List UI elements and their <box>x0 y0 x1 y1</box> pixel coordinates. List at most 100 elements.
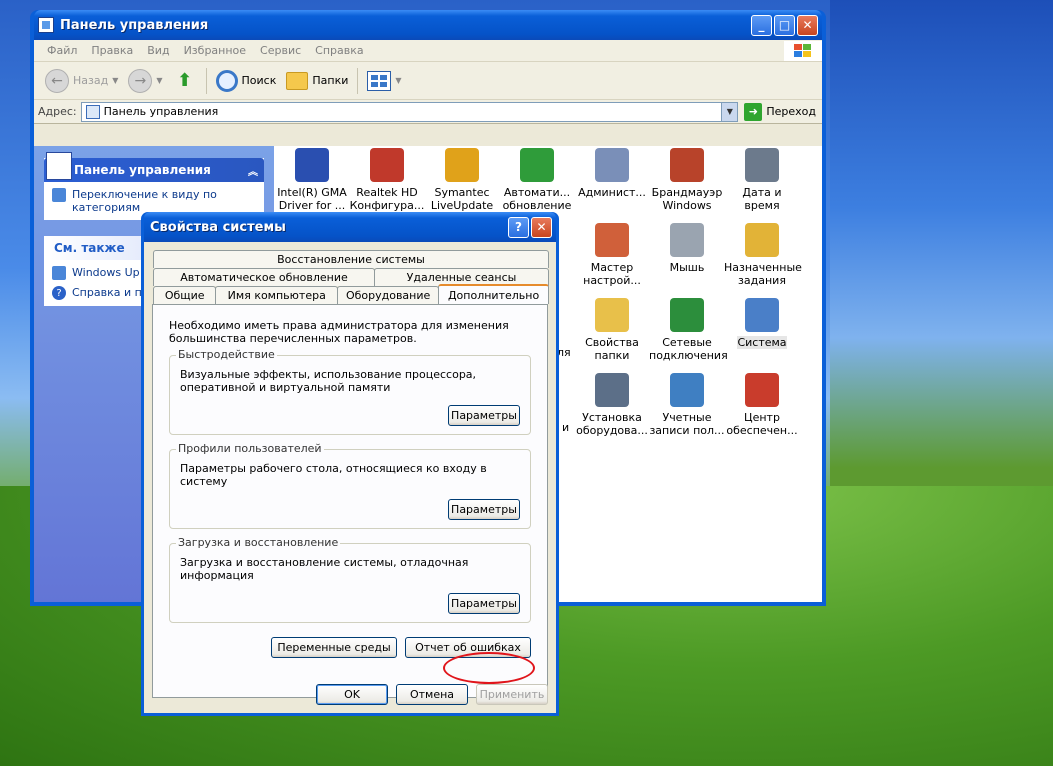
system-icon-item[interactable]: Система <box>724 298 800 349</box>
icon-label: Система <box>737 336 787 349</box>
ok-button[interactable]: OK <box>316 684 388 705</box>
window-titlebar[interactable]: Панель управления _ □ ✕ <box>34 10 822 40</box>
startup-recovery-settings-button[interactable]: Параметры <box>448 593 520 614</box>
apply-button[interactable]: Применить <box>476 684 548 705</box>
network-connections-icon <box>670 298 704 332</box>
chevron-down-icon: ▼ <box>112 76 119 85</box>
menu-tools[interactable]: Сервис <box>253 44 308 57</box>
intel-gma-icon <box>295 148 329 182</box>
menu-help[interactable]: Справка <box>308 44 370 57</box>
address-value: Панель управления <box>103 105 219 118</box>
views-icon <box>367 70 392 91</box>
menu-file[interactable]: Файл <box>40 44 84 57</box>
tab-hardware[interactable]: Оборудование <box>337 286 440 304</box>
user-profiles-settings-button[interactable]: Параметры <box>448 499 520 520</box>
control-panel-box-title: Панель управления <box>74 163 211 177</box>
tab-computer-name[interactable]: Имя компьютера <box>215 286 339 304</box>
date-time-icon-item[interactable]: Дата и время <box>724 148 800 212</box>
dialog-buttons: OK Отмена Применить <box>316 684 548 705</box>
control-panel-icon <box>46 152 72 180</box>
control-panel-box: Панель управления ︽ Переключение к виду … <box>44 152 264 220</box>
dialog-close-button[interactable]: ✕ <box>531 216 552 238</box>
icon-label: Брандмауэр Windows <box>651 186 723 212</box>
folder-up-icon: ⬆ <box>176 70 193 91</box>
tab-system-restore[interactable]: Восстановление системы <box>153 250 549 268</box>
user-profiles-title: Профили пользователей <box>176 442 324 455</box>
performance-settings-button[interactable]: Параметры <box>448 405 520 426</box>
up-button[interactable]: ⬆ <box>168 65 202 97</box>
address-label: Адрес: <box>38 105 77 118</box>
chevron-down-icon: ▼ <box>156 76 163 85</box>
tab-general[interactable]: Общие <box>153 286 217 304</box>
icon-label: Учетные записи пол... <box>649 411 725 437</box>
icon-label: Свойства папки <box>585 336 639 362</box>
search-button[interactable]: Поиск <box>211 65 282 97</box>
go-button[interactable]: ➜ Переход <box>738 102 822 121</box>
category-view-icon <box>52 188 66 202</box>
automatic-updates-icon-item[interactable]: Автомати... обновление <box>499 148 575 212</box>
performance-title: Быстродействие <box>176 348 277 361</box>
address-dropdown-button[interactable]: ▼ <box>721 102 738 121</box>
menu-view[interactable]: Вид <box>140 44 176 57</box>
toolbar-separator <box>357 67 359 94</box>
network-connections-icon-item[interactable]: Сетевые подключения <box>649 298 728 362</box>
tab-automatic-updates[interactable]: Автоматическое обновление <box>153 268 375 286</box>
back-arrow-icon: ← <box>45 68 69 93</box>
windows-update-icon <box>52 266 66 280</box>
tab-row-3: Общие Имя компьютера Оборудование Дополн… <box>153 284 550 304</box>
security-center-icon-item[interactable]: Центр обеспечен... <box>724 373 800 437</box>
mouse-icon-item[interactable]: Мышь <box>649 223 725 274</box>
windows-firewall-icon-item[interactable]: Брандмауэр Windows <box>649 148 725 212</box>
icon-label: Установка оборудова... <box>576 411 648 437</box>
control-panel-box-header[interactable]: Панель управления ︽ <box>44 152 264 182</box>
views-button[interactable]: ▼ <box>362 65 406 97</box>
realtek-hd-icon <box>370 148 404 182</box>
menu-favorites[interactable]: Избранное <box>177 44 253 57</box>
forward-button[interactable]: → ▼ <box>123 65 167 97</box>
switch-view-label: Переключение к виду по категориям <box>72 188 217 214</box>
dialog-titlebar[interactable]: Свойства системы ? ✕ <box>144 212 556 242</box>
go-label: Переход <box>766 105 816 118</box>
icon-label: Intel(R) GMA Driver for ... <box>277 186 347 212</box>
partial-icon-label: и <box>562 421 570 434</box>
maximize-button[interactable]: □ <box>774 14 795 36</box>
icon-label: Symantec LiveUpdate <box>430 186 494 212</box>
add-hardware-icon <box>595 373 629 407</box>
mouse-icon <box>670 223 704 257</box>
chevron-down-icon: ▼ <box>395 76 402 85</box>
add-hardware-icon-item[interactable]: Установка оборудова... <box>574 373 650 437</box>
realtek-hd-icon-item[interactable]: Realtek HD Конфигура... <box>349 148 425 212</box>
partial-icon-label: ля <box>557 346 571 359</box>
scheduled-tasks-icon-item[interactable]: Назначенные задания <box>724 223 802 287</box>
help-support-label: Справка и п <box>72 286 142 299</box>
cancel-button[interactable]: Отмена <box>396 684 468 705</box>
folders-button[interactable]: Папки <box>281 65 353 97</box>
administrative-tools-icon <box>595 148 629 182</box>
folder-options-icon-item[interactable]: Свойства папки <box>574 298 650 362</box>
system-icon <box>745 298 779 332</box>
close-button[interactable]: ✕ <box>797 14 818 36</box>
help-button[interactable]: ? <box>508 216 529 238</box>
network-setup-wizard-icon-item[interactable]: Мастер настрой... <box>574 223 650 287</box>
symantec-liveupdate-icon-item[interactable]: Symantec LiveUpdate <box>424 148 500 212</box>
tab-row-1: Восстановление системы <box>153 250 549 268</box>
collapse-icon[interactable]: ︽ <box>248 163 258 178</box>
folders-label: Папки <box>312 74 349 87</box>
menu-edit[interactable]: Правка <box>84 44 140 57</box>
startup-recovery-title: Загрузка и восстановление <box>176 536 341 549</box>
administrative-tools-icon-item[interactable]: Админист... <box>574 148 650 199</box>
minimize-button[interactable]: _ <box>751 14 772 36</box>
forward-arrow-icon: → <box>128 68 153 93</box>
address-input[interactable]: Панель управления ▼ <box>80 101 739 122</box>
tab-advanced[interactable]: Дополнительно <box>438 284 550 304</box>
help-icon: ? <box>52 286 66 300</box>
performance-desc: Визуальные эффекты, использование процес… <box>180 368 477 394</box>
network-setup-wizard-icon <box>595 223 629 257</box>
back-button[interactable]: ← Назад ▼ <box>40 65 123 97</box>
intel-gma-icon-item[interactable]: Intel(R) GMA Driver for ... <box>274 148 350 212</box>
go-arrow-icon: ➜ <box>744 102 763 121</box>
environment-variables-button[interactable]: Переменные среды <box>271 637 397 658</box>
user-accounts-icon-item[interactable]: Учетные записи пол... <box>649 373 725 437</box>
windows-logo-icon <box>784 40 822 61</box>
menu-bar: Файл Правка Вид Избранное Сервис Справка <box>34 40 822 62</box>
